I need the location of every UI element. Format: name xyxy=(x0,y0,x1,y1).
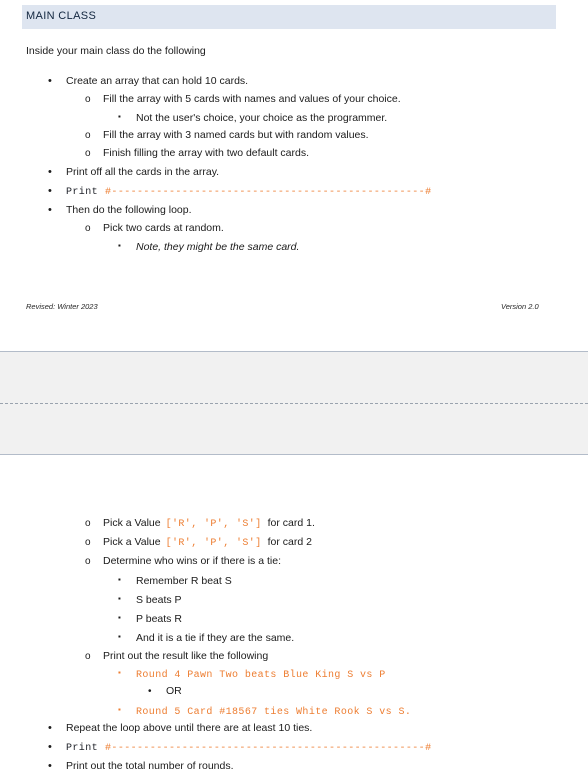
print-keyword: Print xyxy=(66,743,99,754)
list-item: • Create an array that can hold 10 cards. xyxy=(48,74,248,88)
list-item: ▪ S beats P xyxy=(118,592,182,607)
list-item-label: P beats R xyxy=(136,612,182,625)
bullet-circle-icon: o xyxy=(85,130,91,141)
list-item: ▪ Remember R beat S xyxy=(118,573,232,588)
list-item-label: Create an array that can hold 10 cards. xyxy=(66,75,249,87)
list-item: ▪ And it is a tie if they are the same. xyxy=(118,630,294,645)
list-item-label: Then do the following loop. xyxy=(66,204,192,216)
footer-revised: Revised: Winter 2023 xyxy=(26,302,98,311)
bullet-circle-icon: o xyxy=(85,518,91,529)
list-item-label: Pick a Value xyxy=(103,517,161,529)
list-item: • Print out the total number of rounds. xyxy=(48,759,234,773)
list-item-label: And it is a tie if they are the same. xyxy=(136,631,295,644)
list-item-print-divider: • Print #---------------------------------… xyxy=(48,184,431,200)
list-item: o Finish filling the array with two defau… xyxy=(85,146,309,161)
bullet-circle-icon: o xyxy=(85,94,91,105)
bullet-circle-icon: o xyxy=(85,223,91,234)
bullet-square-icon: ▪ xyxy=(118,668,121,677)
list-item-label: Pick two cards at random. xyxy=(103,222,224,234)
sample-output-line: ▪ Round 4 Pawn Two beats Blue King S vs P xyxy=(118,666,386,683)
value-array-code: ['R', 'P', 'S'] xyxy=(165,538,262,549)
sample-output-text: Round 5 Card #18567 ties White Rook S vs… xyxy=(136,706,412,718)
list-item: ▪ Note, they might be the same card. xyxy=(118,239,299,254)
print-keyword: Print xyxy=(66,187,99,198)
list-item-label: Fill the array with 3 named cards but wi… xyxy=(103,129,369,141)
bullet-circle-icon: o xyxy=(85,537,91,548)
bullet-square-icon: ▪ xyxy=(118,575,121,584)
list-item: • Then do the following loop. xyxy=(48,203,192,217)
list-item-label: Determine who wins or if there is a tie: xyxy=(103,555,281,567)
list-item: o Determine who wins or if there is a tie… xyxy=(85,554,281,569)
bullet-square-icon: ▪ xyxy=(118,705,121,714)
bullet-square-icon: ▪ xyxy=(118,594,121,603)
list-item-label: Finish filling the array with two defaul… xyxy=(103,147,310,159)
bullet-square-icon: ▪ xyxy=(118,112,121,121)
bullet-disc-icon: • xyxy=(48,204,52,216)
list-item: ▪ P beats R xyxy=(118,611,182,626)
list-item: o Pick a Value ['R', 'P', 'S'] for card 2 xyxy=(85,535,312,551)
bullet-disc-icon: • xyxy=(48,722,52,734)
list-item-print-divider: • Print #---------------------------------… xyxy=(48,740,431,756)
bullet-circle-icon: o xyxy=(85,651,91,662)
list-item: ▪ Not the user's choice, your choice as t… xyxy=(118,110,387,125)
bullet-square-icon: ▪ xyxy=(118,241,121,250)
bullet-square-icon: ▪ xyxy=(118,632,121,641)
list-item-label: Print out the total number of rounds. xyxy=(66,760,234,772)
list-item: o Pick a Value ['R', 'P', 'S'] for card 1. xyxy=(85,516,315,532)
bullet-disc-icon: • xyxy=(148,686,152,697)
divider-code: #---------------------------------------… xyxy=(105,743,432,754)
intro-paragraph: Inside your main class do the following xyxy=(26,45,206,57)
list-item-label: Remember R beat S xyxy=(136,574,232,587)
list-item: • Print off all the cards in the array. xyxy=(48,165,219,179)
list-item: • OR xyxy=(148,684,182,699)
bullet-disc-icon: • xyxy=(48,185,52,197)
section-heading-bar xyxy=(22,5,556,29)
bullet-disc-icon: • xyxy=(48,760,52,772)
value-array-code: ['R', 'P', 'S'] xyxy=(165,519,262,530)
bullet-circle-icon: o xyxy=(85,556,91,567)
sample-output-text: Round 4 Pawn Two beats Blue King S vs P xyxy=(136,669,386,681)
list-item: o Fill the array with 5 cards with names … xyxy=(85,92,401,107)
page-break-dashed-line xyxy=(0,403,588,404)
page-break-gap xyxy=(0,351,588,455)
list-item: o Fill the array with 3 named cards but w… xyxy=(85,128,369,143)
sample-output-line: ▪ Round 5 Card #18567 ties White Rook S v… xyxy=(118,703,411,720)
list-item-label: Note, they might be the same card. xyxy=(136,240,300,253)
list-item: o Print out the result like the following xyxy=(85,649,268,664)
list-item-label: Pick a Value xyxy=(103,536,161,548)
list-item-label: S beats P xyxy=(136,593,182,606)
footer-version: Version 2.0 xyxy=(501,302,539,311)
list-item-suffix: for card 1. xyxy=(267,517,315,529)
list-item: o Pick two cards at random. xyxy=(85,221,224,236)
divider-code: #---------------------------------------… xyxy=(105,187,432,198)
bullet-disc-icon: • xyxy=(48,75,52,87)
bullet-square-icon: ▪ xyxy=(118,613,121,622)
list-item-label: OR xyxy=(166,685,182,697)
list-item-label: Print out the result like the following xyxy=(103,650,269,662)
list-item-suffix: for card 2 xyxy=(267,536,312,548)
list-item-label: Not the user's choice, your choice as th… xyxy=(136,111,388,124)
bullet-disc-icon: • xyxy=(48,166,52,178)
bullet-circle-icon: o xyxy=(85,148,91,159)
page-title: MAIN CLASS xyxy=(26,10,97,22)
list-item-label: Repeat the loop above until there are at… xyxy=(66,722,313,734)
bullet-disc-icon: • xyxy=(48,741,52,753)
list-item-label: Print off all the cards in the array. xyxy=(66,166,220,178)
list-item-label: Fill the array with 5 cards with names a… xyxy=(103,93,401,105)
list-item: • Repeat the loop above until there are a… xyxy=(48,721,312,735)
